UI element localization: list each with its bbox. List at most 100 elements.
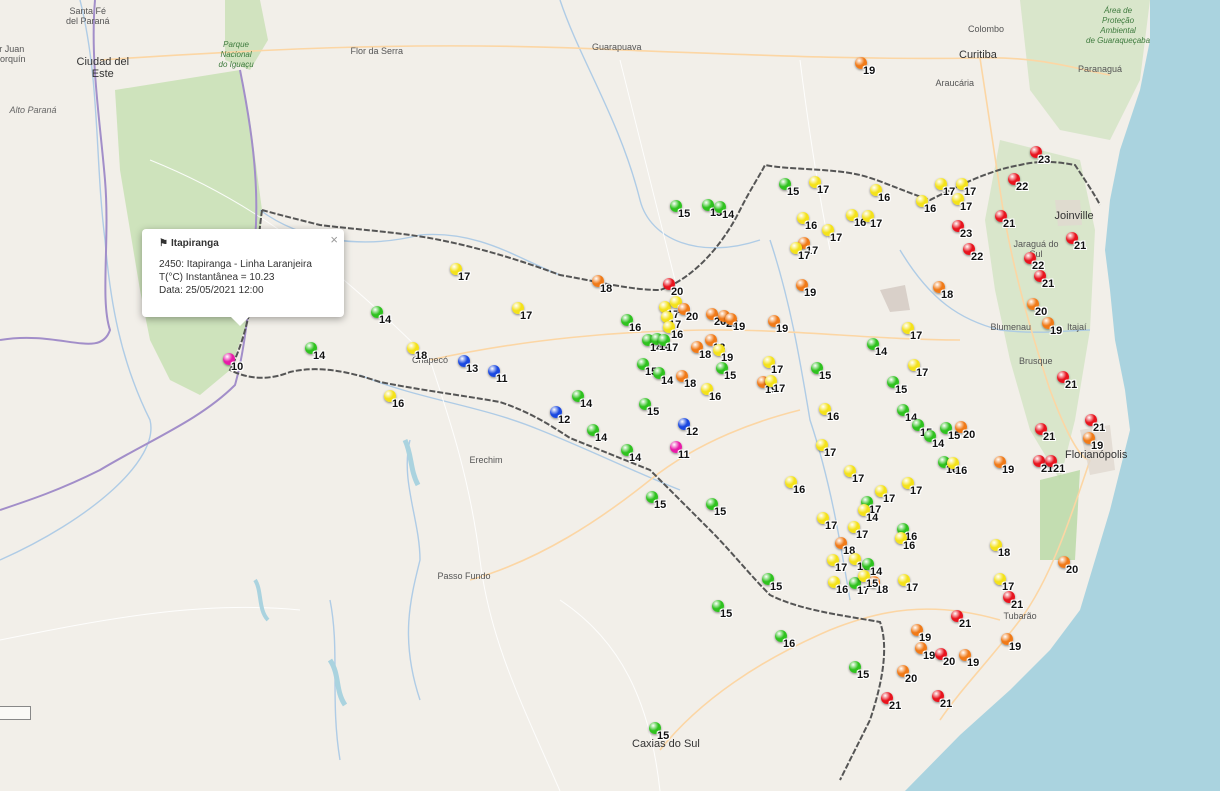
station-marker[interactable]: [701, 383, 713, 395]
station-marker[interactable]: [924, 430, 936, 442]
station-marker[interactable]: [450, 263, 462, 275]
station-marker[interactable]: [1058, 556, 1070, 568]
station-marker[interactable]: [963, 243, 975, 255]
station-marker[interactable]: [951, 610, 963, 622]
station-marker[interactable]: [702, 199, 714, 211]
station-marker[interactable]: [952, 193, 964, 205]
station-marker[interactable]: [678, 418, 690, 430]
station-marker[interactable]: [572, 390, 584, 402]
station-marker[interactable]: [811, 362, 823, 374]
station-marker[interactable]: [768, 315, 780, 327]
station-marker[interactable]: [1066, 232, 1078, 244]
station-marker[interactable]: [897, 665, 909, 677]
station-marker[interactable]: [848, 521, 860, 533]
station-marker[interactable]: [1027, 298, 1039, 310]
station-marker[interactable]: [870, 184, 882, 196]
station-marker[interactable]: [1003, 591, 1015, 603]
station-marker[interactable]: [990, 539, 1002, 551]
station-marker[interactable]: [849, 553, 861, 565]
station-marker[interactable]: [587, 424, 599, 436]
station-marker[interactable]: [952, 220, 964, 232]
popup-close-button[interactable]: ×: [330, 232, 338, 247]
station-marker[interactable]: [1045, 455, 1057, 467]
station-marker[interactable]: [653, 367, 665, 379]
station-marker[interactable]: [649, 722, 661, 734]
station-marker[interactable]: [868, 576, 880, 588]
station-marker[interactable]: [592, 275, 604, 287]
station-marker[interactable]: [512, 302, 524, 314]
station-marker[interactable]: [1085, 414, 1097, 426]
station-marker[interactable]: [1057, 371, 1069, 383]
station-marker[interactable]: [822, 224, 834, 236]
station-marker[interactable]: [867, 338, 879, 350]
station-marker[interactable]: [670, 200, 682, 212]
station-marker[interactable]: [712, 600, 724, 612]
station-marker[interactable]: [706, 308, 718, 320]
station-marker[interactable]: [762, 573, 774, 585]
station-marker[interactable]: [1033, 455, 1045, 467]
station-marker[interactable]: [621, 314, 633, 326]
station-marker[interactable]: [959, 649, 971, 661]
station-marker[interactable]: [785, 476, 797, 488]
station-marker[interactable]: [779, 178, 791, 190]
station-marker[interactable]: [935, 178, 947, 190]
station-marker[interactable]: [911, 624, 923, 636]
station-marker[interactable]: [846, 209, 858, 221]
station-marker[interactable]: [765, 375, 777, 387]
station-marker[interactable]: [881, 692, 893, 704]
station-marker[interactable]: [902, 322, 914, 334]
station-marker[interactable]: [639, 398, 651, 410]
station-marker[interactable]: [915, 642, 927, 654]
station-marker[interactable]: [994, 456, 1006, 468]
station-marker[interactable]: [862, 210, 874, 222]
station-marker[interactable]: [706, 498, 718, 510]
station-marker[interactable]: [713, 344, 725, 356]
station-marker[interactable]: [912, 419, 924, 431]
station-marker[interactable]: [828, 576, 840, 588]
station-marker[interactable]: [305, 342, 317, 354]
station-marker[interactable]: [956, 178, 968, 190]
station-marker[interactable]: [858, 504, 870, 516]
station-marker[interactable]: [827, 554, 839, 566]
station-marker[interactable]: [790, 242, 802, 254]
station-marker[interactable]: [670, 441, 682, 453]
station-marker[interactable]: [1034, 270, 1046, 282]
station-marker[interactable]: [763, 356, 775, 368]
station-marker[interactable]: [908, 359, 920, 371]
station-marker[interactable]: [663, 278, 675, 290]
station-marker[interactable]: [898, 574, 910, 586]
station-marker[interactable]: [488, 365, 500, 377]
station-marker[interactable]: [940, 422, 952, 434]
station-marker[interactable]: [775, 630, 787, 642]
station-marker[interactable]: [875, 485, 887, 497]
station-marker[interactable]: [933, 281, 945, 293]
station-marker[interactable]: [1001, 633, 1013, 645]
station-marker[interactable]: [458, 355, 470, 367]
station-marker[interactable]: [955, 421, 967, 433]
station-marker[interactable]: [858, 570, 870, 582]
station-marker[interactable]: [407, 342, 419, 354]
station-marker[interactable]: [897, 404, 909, 416]
station-marker[interactable]: [835, 537, 847, 549]
station-marker[interactable]: [223, 353, 235, 365]
station-marker[interactable]: [895, 532, 907, 544]
station-marker[interactable]: [1083, 432, 1095, 444]
station-marker[interactable]: [862, 558, 874, 570]
station-marker[interactable]: [714, 201, 726, 213]
station-marker[interactable]: [1042, 317, 1054, 329]
station-marker[interactable]: [691, 341, 703, 353]
station-marker[interactable]: [384, 390, 396, 402]
station-marker[interactable]: [678, 303, 690, 315]
station-marker[interactable]: [819, 403, 831, 415]
station-marker[interactable]: [994, 573, 1006, 585]
station-marker[interactable]: [947, 457, 959, 469]
station-marker[interactable]: [916, 195, 928, 207]
station-marker[interactable]: [1024, 252, 1036, 264]
station-marker[interactable]: [1030, 146, 1042, 158]
station-marker[interactable]: [932, 690, 944, 702]
station-marker[interactable]: [550, 406, 562, 418]
station-marker[interactable]: [676, 370, 688, 382]
station-marker[interactable]: [817, 512, 829, 524]
map-background[interactable]: [0, 0, 1220, 791]
station-marker[interactable]: [371, 306, 383, 318]
